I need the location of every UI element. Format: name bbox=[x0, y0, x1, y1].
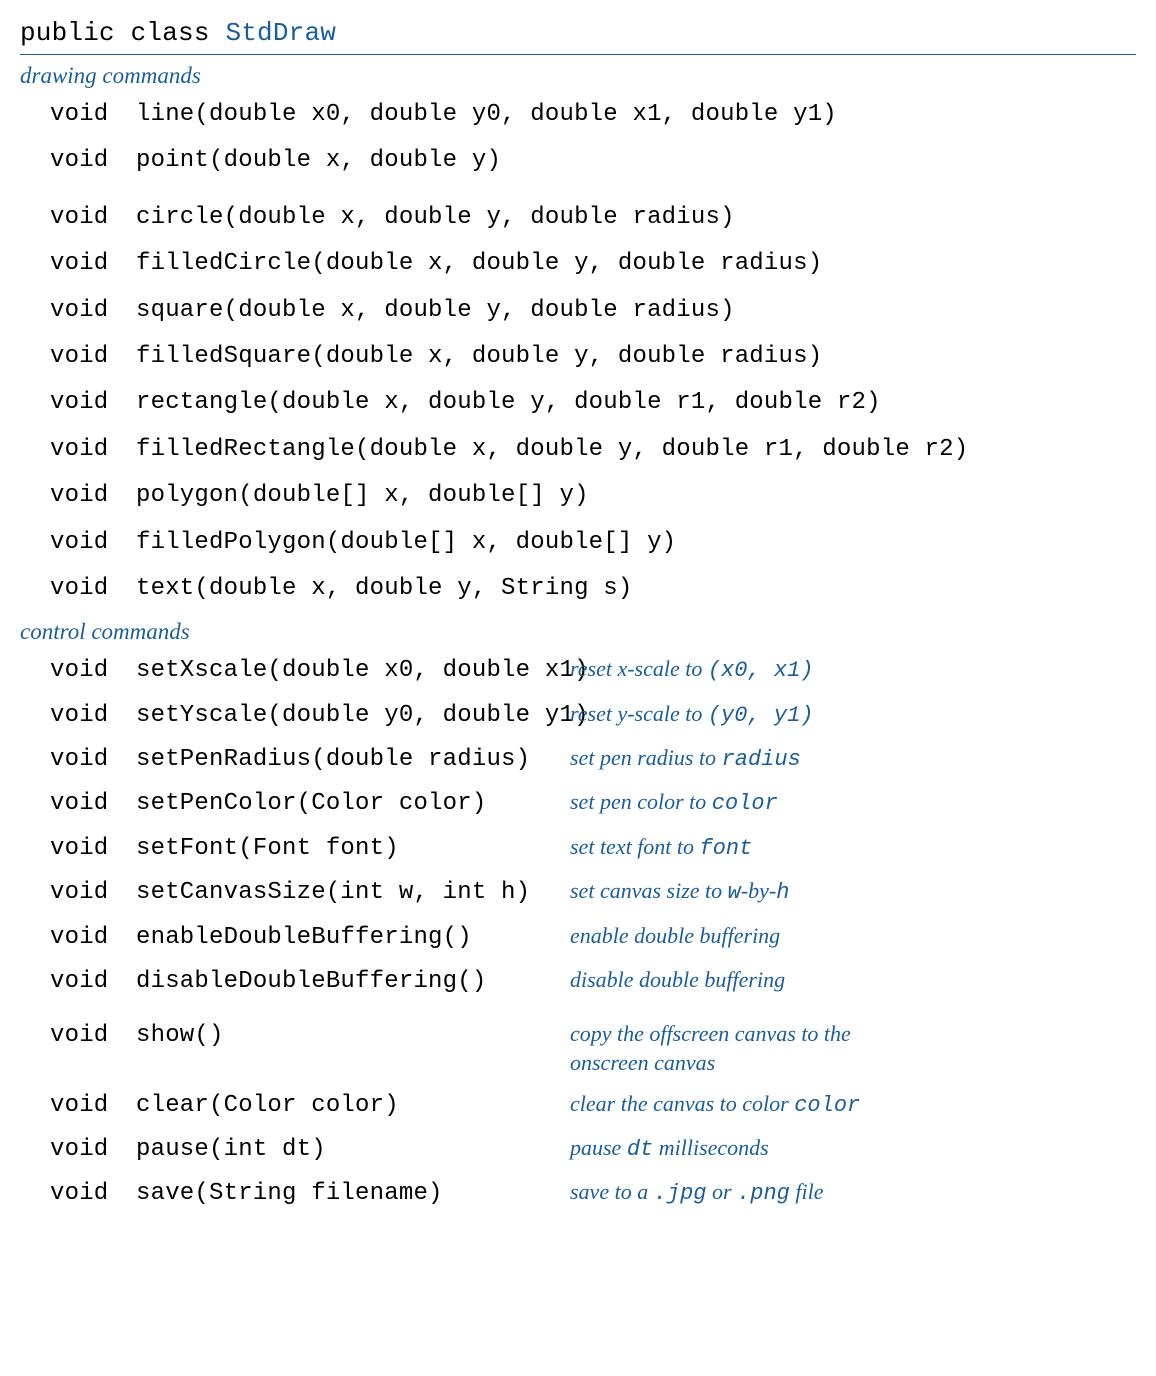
return-type: void bbox=[50, 744, 136, 776]
return-type: void bbox=[50, 341, 136, 373]
method-signature: text(double x, double y, String s) bbox=[136, 573, 632, 605]
return-type: void bbox=[50, 922, 136, 954]
method-description: set text font to font bbox=[550, 833, 1136, 864]
class-header: public class StdDraw bbox=[20, 18, 1136, 55]
method-description: clear the canvas to color color bbox=[550, 1090, 1136, 1121]
method-signature: clear(Color color) bbox=[136, 1090, 399, 1122]
method-signature: show() bbox=[136, 1020, 224, 1052]
method-signature: filledSquare(double x, double y, double … bbox=[136, 341, 822, 373]
return-type: void bbox=[50, 248, 136, 280]
method-description: pause dt milliseconds bbox=[550, 1134, 1136, 1165]
method-signature: pause(int dt) bbox=[136, 1134, 326, 1166]
method-description: set pen radius to radius bbox=[550, 744, 1136, 775]
return-type: void bbox=[50, 833, 136, 865]
return-type: void bbox=[50, 1134, 136, 1166]
method-description: save to a .jpg or .png file bbox=[550, 1178, 1136, 1209]
drawing-methods: voidline(double x0, double y0, double x1… bbox=[50, 99, 1136, 605]
return-type: void bbox=[50, 527, 136, 559]
method-signature: square(double x, double y, double radius… bbox=[136, 295, 735, 327]
return-type: void bbox=[50, 573, 136, 605]
control-methods: voidsetXscale(double x0, double x1) rese… bbox=[50, 655, 1136, 1210]
method-signature: setCanvasSize(int w, int h) bbox=[136, 877, 530, 909]
method-signature: rectangle(double x, double y, double r1,… bbox=[136, 387, 881, 419]
section-label-control: control commands bbox=[20, 619, 1136, 645]
return-type: void bbox=[50, 145, 136, 177]
method-signature: circle(double x, double y, double radius… bbox=[136, 202, 735, 234]
return-type: void bbox=[50, 1090, 136, 1122]
method-description: reset y-scale to (y0, y1) bbox=[550, 700, 1136, 731]
method-signature: filledCircle(double x, double y, double … bbox=[136, 248, 822, 280]
method-description: enable double buffering bbox=[550, 922, 1136, 951]
method-signature: line(double x0, double y0, double x1, do… bbox=[136, 99, 837, 131]
method-signature: save(String filename) bbox=[136, 1178, 443, 1210]
return-type: void bbox=[50, 700, 136, 732]
method-description: set canvas size to w-by-h bbox=[550, 877, 1136, 908]
method-description: reset x-scale to (x0, x1) bbox=[550, 655, 1136, 686]
return-type: void bbox=[50, 99, 136, 131]
method-description: copy the offscreen canvas to the onscree… bbox=[550, 1020, 910, 1077]
return-type: void bbox=[50, 788, 136, 820]
method-signature: polygon(double[] x, double[] y) bbox=[136, 480, 589, 512]
return-type: void bbox=[50, 1020, 136, 1052]
method-signature: setFont(Font font) bbox=[136, 833, 399, 865]
return-type: void bbox=[50, 480, 136, 512]
return-type: void bbox=[50, 966, 136, 998]
method-signature: setYscale(double y0, double y1) bbox=[136, 700, 589, 732]
method-signature: filledRectangle(double x, double y, doub… bbox=[136, 434, 968, 466]
class-name: StdDraw bbox=[225, 18, 336, 48]
return-type: void bbox=[50, 295, 136, 327]
return-type: void bbox=[50, 434, 136, 466]
method-signature: setPenColor(Color color) bbox=[136, 788, 486, 820]
method-signature: setXscale(double x0, double x1) bbox=[136, 655, 589, 687]
return-type: void bbox=[50, 655, 136, 687]
method-signature: filledPolygon(double[] x, double[] y) bbox=[136, 527, 676, 559]
return-type: void bbox=[50, 202, 136, 234]
return-type: void bbox=[50, 1178, 136, 1210]
method-description: set pen color to color bbox=[550, 788, 1136, 819]
section-label-drawing: drawing commands bbox=[20, 63, 1136, 89]
method-signature: point(double x, double y) bbox=[136, 145, 501, 177]
method-signature: disableDoubleBuffering() bbox=[136, 966, 486, 998]
method-signature: enableDoubleBuffering() bbox=[136, 922, 472, 954]
return-type: void bbox=[50, 877, 136, 909]
method-signature: setPenRadius(double radius) bbox=[136, 744, 530, 776]
return-type: void bbox=[50, 387, 136, 419]
class-prefix: public class bbox=[20, 18, 225, 48]
method-description: disable double buffering bbox=[550, 966, 1136, 995]
